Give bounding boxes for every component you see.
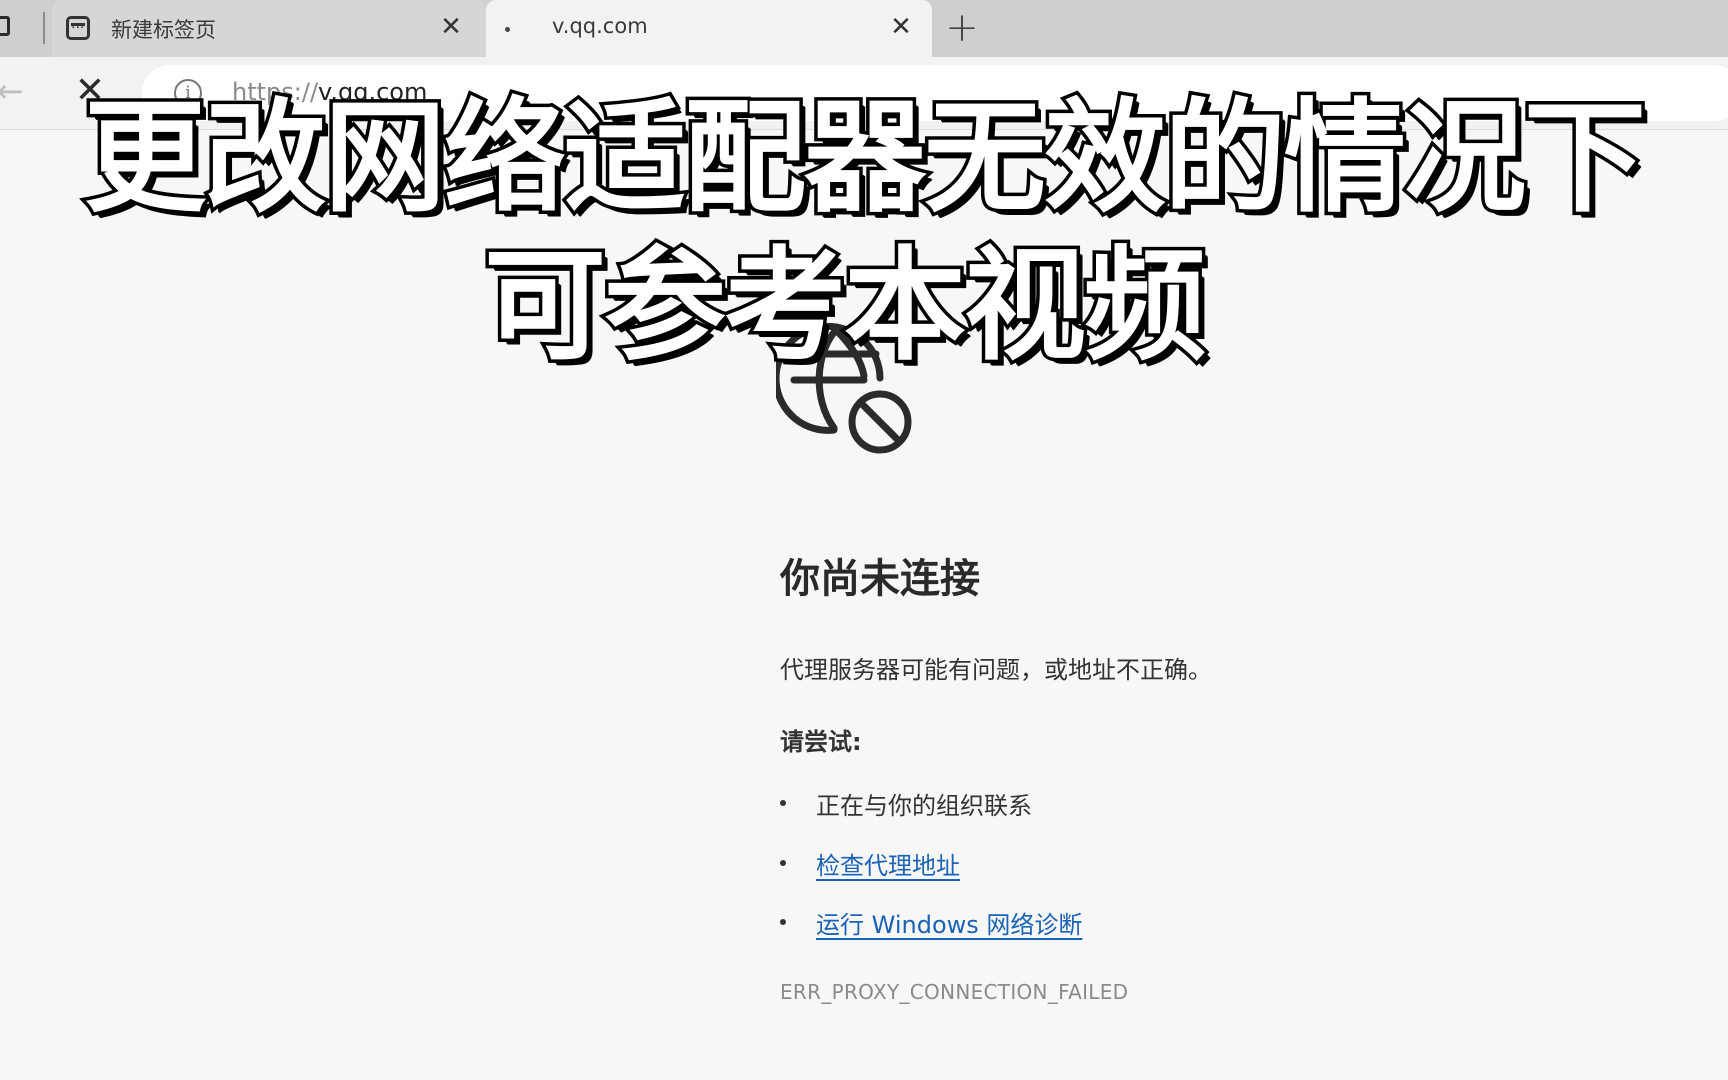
tab-v-qq-com[interactable]: v.qq.com ✕ xyxy=(486,0,932,57)
overlay-caption-line1: 更改网络适配器无效的情况下 xyxy=(81,85,1650,232)
bullet xyxy=(780,919,786,925)
run-network-diagnostics-link[interactable]: 运行 Windows 网络诊断 xyxy=(816,905,1082,940)
tab-new-tab[interactable]: 新建标签页 ✕ xyxy=(52,0,486,57)
loading-dot-icon xyxy=(505,27,510,32)
error-title: 你尚未连接 xyxy=(780,556,980,602)
close-tab-icon[interactable]: ✕ xyxy=(436,12,466,42)
tab-title: v.qq.com xyxy=(552,14,648,38)
close-tab-icon[interactable]: ✕ xyxy=(886,12,916,42)
error-description: 代理服务器可能有问题，或地址不正确。 xyxy=(780,656,1212,684)
bullet xyxy=(780,800,786,806)
tab-separator xyxy=(43,12,45,44)
new-tab-page-icon xyxy=(66,16,90,40)
error-code: ERR_PROXY_CONNECTION_FAILED xyxy=(780,980,1129,1004)
suggestion-contact-org: 正在与你的组织联系 xyxy=(816,792,1032,820)
new-tab-button[interactable]: + xyxy=(944,8,980,48)
overlay-caption-line2: 可参考本视频 xyxy=(481,233,1210,380)
check-proxy-link[interactable]: 检查代理地址 xyxy=(816,846,960,881)
try-label: 请尝试: xyxy=(780,728,862,756)
tab-actions-icon[interactable] xyxy=(0,16,10,36)
bullet xyxy=(780,860,786,866)
tab-strip: 新建标签页 ✕ v.qq.com ✕ + xyxy=(0,0,1728,57)
tab-title: 新建标签页 xyxy=(111,18,216,42)
